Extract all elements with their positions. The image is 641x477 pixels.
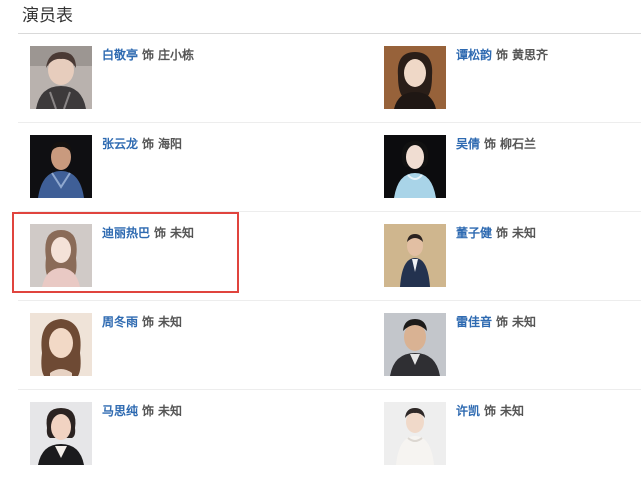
actor-photo[interactable] [30, 135, 92, 198]
cast-item: 吴倩饰柳石兰 [384, 135, 624, 199]
actor-photo[interactable] [30, 46, 92, 109]
role-name: 未知 [512, 315, 537, 329]
role-name: 黄思齐 [512, 48, 549, 62]
selection-highlight [12, 212, 239, 293]
actor-name-link[interactable]: 周冬雨 [102, 315, 138, 329]
actor-name-link[interactable]: 张云龙 [102, 137, 138, 151]
as-label: 饰 [496, 315, 509, 329]
cast-item: 许凯饰未知 [384, 402, 624, 466]
as-label: 饰 [484, 137, 497, 151]
actor-photo[interactable] [384, 224, 446, 287]
role-name: 未知 [158, 315, 183, 329]
actor-photo[interactable] [30, 313, 92, 376]
cast-item: 周冬雨饰未知 [30, 313, 270, 377]
role-name: 庄小栋 [158, 48, 195, 62]
actor-photo[interactable] [30, 402, 92, 465]
cast-item: 白敬亭饰庄小栋 [30, 46, 270, 110]
as-label: 饰 [496, 48, 509, 62]
actor-photo[interactable] [384, 46, 446, 109]
title-divider [18, 33, 641, 34]
actor-name-link[interactable]: 雷佳音 [456, 315, 492, 329]
role-name: 未知 [500, 404, 525, 418]
cast-item: 雷佳音饰未知 [384, 313, 624, 377]
as-label: 饰 [142, 404, 155, 418]
as-label: 饰 [142, 137, 155, 151]
as-label: 饰 [142, 315, 155, 329]
row-divider [18, 122, 641, 123]
cast-item: 谭松韵饰黄思齐 [384, 46, 624, 110]
actor-name-link[interactable]: 白敬亭 [102, 48, 138, 62]
actor-name-link[interactable]: 吴倩 [456, 137, 480, 151]
as-label: 饰 [484, 404, 497, 418]
row-divider [18, 300, 641, 301]
actor-photo[interactable] [384, 135, 446, 198]
actor-name-link[interactable]: 谭松韵 [456, 48, 492, 62]
section-title: 演员表 [22, 6, 73, 26]
role-name: 柳石兰 [500, 137, 537, 151]
actor-name-link[interactable]: 马思纯 [102, 404, 138, 418]
cast-item: 马思纯饰未知 [30, 402, 270, 466]
role-name: 海阳 [158, 137, 183, 151]
actor-photo[interactable] [384, 402, 446, 465]
row-divider [18, 389, 641, 390]
actor-photo[interactable] [384, 313, 446, 376]
cast-item: 董子健饰未知 [384, 224, 624, 288]
role-name: 未知 [158, 404, 183, 418]
role-name: 未知 [512, 226, 537, 240]
as-label: 饰 [496, 226, 509, 240]
cast-item: 张云龙饰海阳 [30, 135, 270, 199]
actor-name-link[interactable]: 许凯 [456, 404, 480, 418]
actor-name-link[interactable]: 董子健 [456, 226, 492, 240]
as-label: 饰 [142, 48, 155, 62]
